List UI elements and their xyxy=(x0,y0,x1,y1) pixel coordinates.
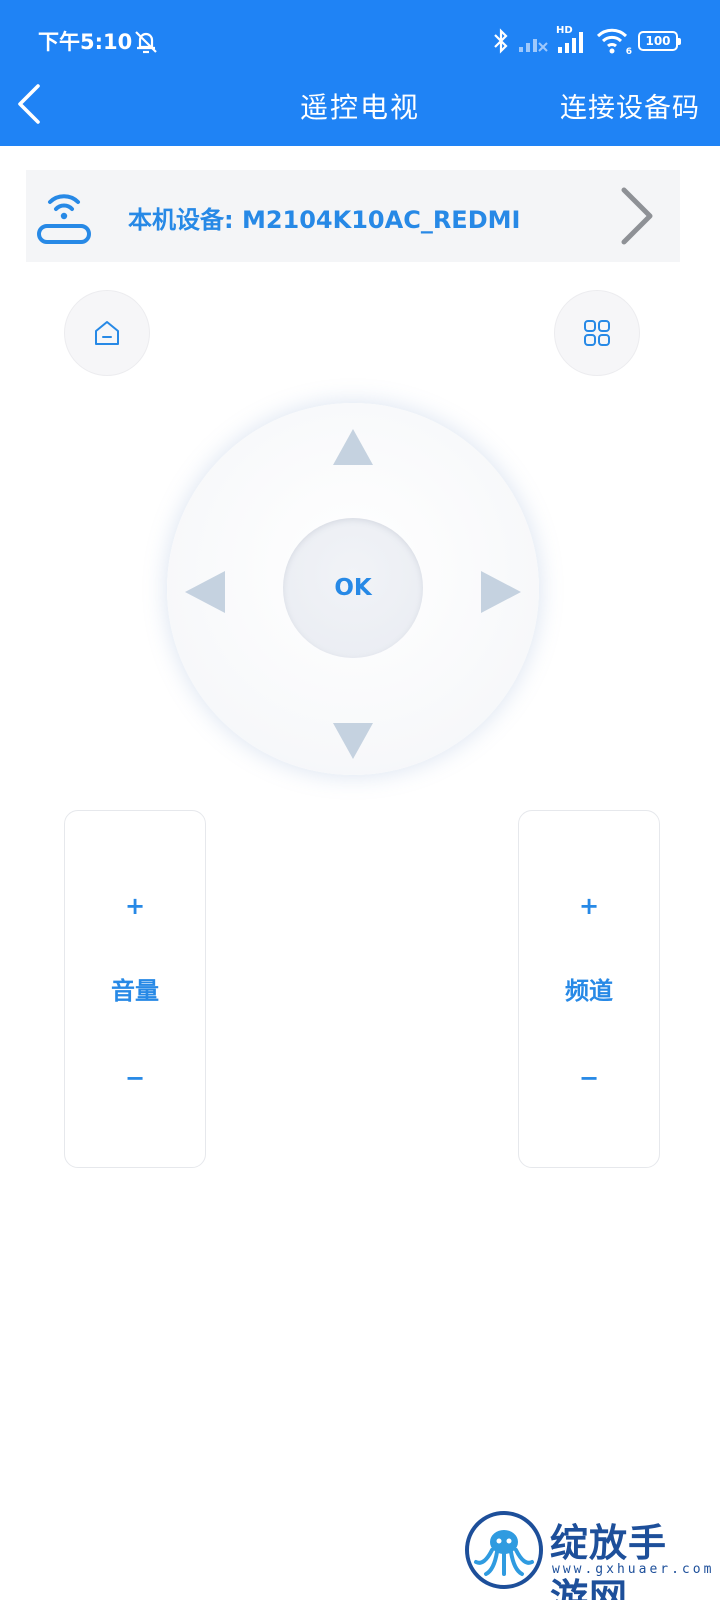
mute-bell-icon xyxy=(135,31,157,54)
arrow-left-icon[interactable] xyxy=(181,569,229,615)
ok-button[interactable]: OK xyxy=(283,518,423,658)
site-watermark: 绽放手游网 www.gxhuaer.com xyxy=(464,1506,711,1600)
octopus-logo-icon xyxy=(465,1511,543,1589)
status-bar: 下午5:10 HD 6 100 xyxy=(0,0,720,80)
volume-up-button[interactable]: + xyxy=(65,881,205,931)
battery-level: 100 xyxy=(645,34,671,48)
watermark-url: www.gxhuaer.com xyxy=(552,1562,715,1577)
wifi-status-icon: 6 xyxy=(596,27,632,57)
device-selector[interactable]: 本机设备: M2104K10AC_REDMI xyxy=(26,170,680,262)
chevron-right-icon xyxy=(621,187,653,245)
volume-label: 音量 xyxy=(111,977,159,1005)
apps-button[interactable] xyxy=(554,290,640,376)
wifi-badge: 6 xyxy=(625,47,632,57)
channel-rocker: + 频道 − xyxy=(518,810,660,1168)
signal-hd-icon: HD xyxy=(556,25,588,55)
channel-up-button[interactable]: + xyxy=(519,881,659,931)
channel-down-button[interactable]: − xyxy=(519,1053,659,1103)
arrow-down-icon[interactable] xyxy=(331,721,375,761)
device-name: 本机设备: M2104K10AC_REDMI xyxy=(128,206,521,234)
router-wifi-icon xyxy=(37,194,91,244)
arrow-up-icon[interactable] xyxy=(331,427,375,467)
dpad: OK xyxy=(167,403,539,775)
signal-weak-icon xyxy=(519,39,548,52)
home-button[interactable] xyxy=(64,290,150,376)
connect-device-code-button[interactable]: 连接设备码 xyxy=(560,86,700,125)
channel-label: 频道 xyxy=(565,977,613,1005)
volume-down-button[interactable]: − xyxy=(65,1053,205,1103)
volume-rocker: + 音量 − xyxy=(64,810,206,1168)
remote-screen: 下午5:10 HD 6 100 遥控电视 连接设备码 本机设备: M2104K1… xyxy=(0,0,720,1600)
apps-grid-icon xyxy=(584,320,610,346)
watermark-text: 绽放手游网 xyxy=(550,1520,668,1600)
status-time: 下午5:10 xyxy=(38,30,133,54)
home-icon xyxy=(95,321,119,345)
app-header: 下午5:10 HD 6 100 遥控电视 连接设备码 xyxy=(0,0,720,146)
bluetooth-icon xyxy=(494,28,508,54)
status-icons: HD 6 100 xyxy=(492,25,681,57)
arrow-right-icon[interactable] xyxy=(477,569,525,615)
battery-icon: 100 xyxy=(638,31,681,51)
